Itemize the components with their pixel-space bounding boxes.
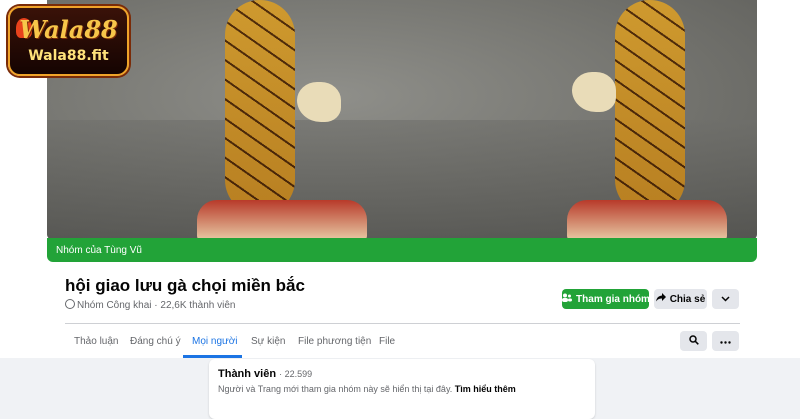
group-meta: Nhóm Công khai · 22,6K thành viên — [65, 299, 235, 311]
rooster-spur-left — [297, 82, 341, 122]
group-privacy: Nhóm Công khai — [77, 300, 152, 311]
cover-photo — [47, 0, 757, 240]
members-card-title: Thành viên — [218, 368, 277, 380]
share-icon — [655, 293, 666, 305]
tab-events[interactable]: Sự kiện — [251, 336, 286, 347]
globe-icon — [65, 299, 75, 309]
more-tabs-button[interactable] — [712, 331, 739, 351]
group-owner-bar: Nhóm của Tùng Vũ — [47, 238, 757, 262]
join-group-label: Tham gia nhóm — [576, 293, 650, 305]
chevron-down-icon — [721, 294, 730, 305]
members-card-heading: Thành viên · 22.599 — [218, 368, 312, 380]
members-card-description: Người và Trang mới tham gia nhóm này sẽ … — [218, 384, 453, 394]
group-owner-label[interactable]: Nhóm của Tùng Vũ — [56, 245, 142, 256]
group-member-count: 22,6K thành viên — [160, 300, 236, 311]
logo-brand: Wala88 — [19, 15, 118, 44]
join-group-button[interactable]: Tham gia nhóm — [561, 289, 650, 309]
rooster-leg-right — [615, 0, 685, 215]
tab-media[interactable]: File phương tiện — [298, 336, 371, 347]
rooster-spur-right — [572, 72, 616, 112]
logo-domain: Wala88.fit — [28, 48, 109, 64]
members-card-count: · 22.599 — [279, 369, 313, 379]
rooster-leg-left — [225, 0, 295, 215]
share-button[interactable]: Chia sẻ — [654, 289, 707, 309]
search-button[interactable] — [680, 331, 707, 351]
members-card-description-row: Người và Trang mới tham gia nhóm này sẽ … — [218, 384, 516, 394]
rooster-foot-left — [197, 200, 367, 240]
meta-separator: · — [154, 300, 158, 311]
tab-featured[interactable]: Đáng chú ý — [130, 336, 181, 347]
search-icon — [688, 334, 699, 348]
ellipsis-icon — [720, 335, 731, 347]
rooster-foot-right — [567, 200, 727, 240]
group-title[interactable]: hội giao lưu gà chọi miền bắc — [65, 276, 305, 296]
learn-more-link[interactable]: Tìm hiểu thêm — [455, 384, 516, 394]
tab-people[interactable]: Mọi người — [192, 336, 238, 347]
tab-files[interactable]: File — [379, 336, 395, 347]
more-options-button[interactable] — [712, 289, 739, 309]
active-tab-indicator — [183, 355, 242, 358]
wala88-logo: Wala88 Wala88.fit — [8, 6, 129, 76]
group-people-icon — [561, 293, 573, 305]
header-divider — [65, 323, 740, 324]
share-label: Chia sẻ — [669, 293, 706, 305]
tab-discussion[interactable]: Thảo luận — [74, 336, 118, 347]
members-card: Thành viên · 22.599 Người và Trang mới t… — [209, 359, 595, 419]
